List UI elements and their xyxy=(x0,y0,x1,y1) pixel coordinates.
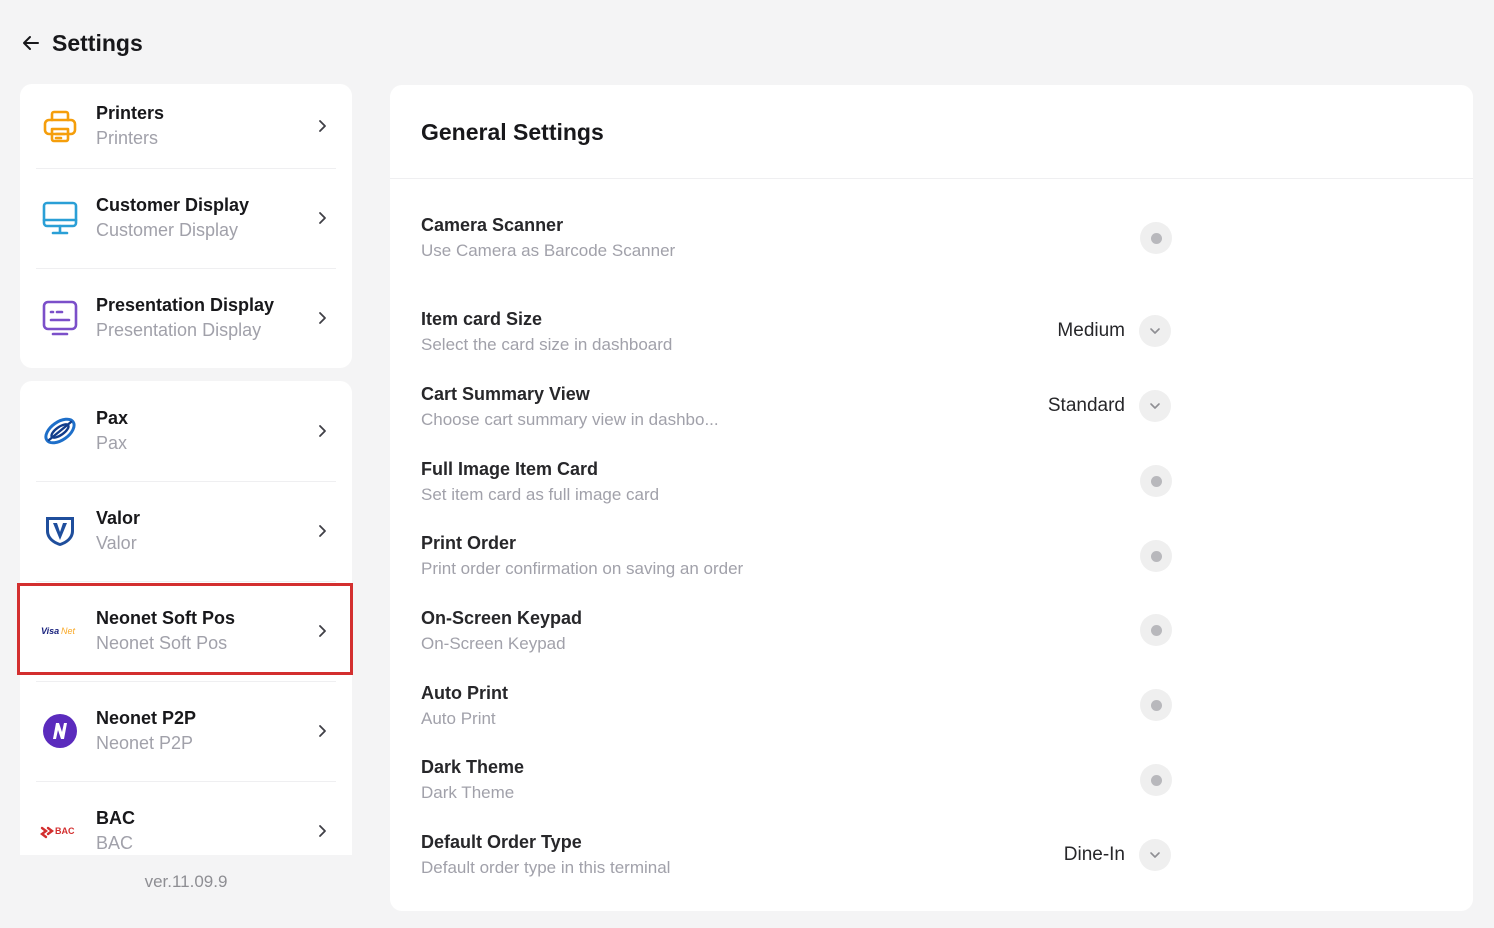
chevron-down-icon xyxy=(1139,839,1171,871)
setting-title: Camera Scanner xyxy=(421,215,564,235)
setting-description: Set item card as full image card xyxy=(421,485,660,504)
setting-title: Print Order xyxy=(421,533,517,553)
monitor-icon xyxy=(40,198,80,238)
sidebar-item-subtitle: Valor xyxy=(96,533,137,553)
default-order-type-dropdown[interactable]: Dine-In xyxy=(1064,839,1171,871)
item-card-size-dropdown[interactable]: Medium xyxy=(1057,315,1171,347)
sidebar-item-title: Customer Display xyxy=(96,195,250,215)
setting-print-order: Print Order Print order confirmation on … xyxy=(421,530,1181,590)
visanet-logo-icon: Visa Net xyxy=(40,611,80,651)
chevron-right-icon xyxy=(319,312,326,324)
printer-icon xyxy=(40,106,80,146)
svg-text:BAC: BAC xyxy=(55,826,75,836)
sidebar: Printers Printers Customer Display Custo… xyxy=(20,84,352,855)
toggle-knob xyxy=(1150,232,1162,244)
cart-summary-view-dropdown[interactable]: Standard xyxy=(1048,390,1171,422)
toggle-knob xyxy=(1150,550,1162,562)
sidebar-item-subtitle: Neonet Soft Pos xyxy=(96,633,228,653)
sidebar-item-valor[interactable]: Valor Valor xyxy=(20,481,352,581)
sidebar-group-payments: Pax Pax Valor Valor Visa Net Neonet Soft… xyxy=(20,381,352,855)
setting-description: Use Camera as Barcode Scanner xyxy=(421,241,676,260)
setting-camera-scanner: Camera Scanner Use Camera as Barcode Sca… xyxy=(421,212,1181,272)
sidebar-item-title: Neonet Soft Pos xyxy=(96,608,236,628)
chevron-right-icon xyxy=(319,625,326,637)
sidebar-item-neonet-p2p[interactable]: Neonet P2P Neonet P2P xyxy=(20,681,352,781)
header: Settings xyxy=(18,26,143,60)
setting-title: Dark Theme xyxy=(421,757,525,777)
chevron-right-icon xyxy=(319,425,326,437)
sidebar-item-subtitle: Neonet P2P xyxy=(96,733,194,753)
svg-text:Net: Net xyxy=(61,626,76,636)
chevron-right-icon xyxy=(319,725,326,737)
chevron-right-icon xyxy=(319,120,326,132)
toggle-knob xyxy=(1150,774,1162,786)
page-title: Settings xyxy=(52,29,143,56)
valor-logo-icon xyxy=(40,511,80,551)
sidebar-item-subtitle: Presentation Display xyxy=(96,320,262,340)
divider xyxy=(390,178,1473,179)
back-button[interactable] xyxy=(18,30,44,56)
setting-description: Print order confirmation on saving an or… xyxy=(421,559,744,578)
toggle-knob xyxy=(1150,475,1162,487)
on-screen-keypad-toggle[interactable] xyxy=(1140,614,1172,646)
chevron-right-icon xyxy=(319,525,326,537)
panel-title: General Settings xyxy=(421,119,604,145)
setting-description: On-Screen Keypad xyxy=(421,634,566,653)
setting-title: On-Screen Keypad xyxy=(421,608,583,628)
toggle-knob xyxy=(1150,624,1162,636)
setting-description: Auto Print xyxy=(421,709,496,728)
sidebar-item-title: Presentation Display xyxy=(96,295,275,315)
setting-description: Dark Theme xyxy=(421,783,515,802)
arrow-left-icon xyxy=(23,36,39,50)
setting-title: Auto Print xyxy=(421,683,508,703)
sidebar-item-subtitle: BAC xyxy=(96,833,134,853)
sidebar-item-title: Printers xyxy=(96,103,165,123)
setting-full-image-item-card: Full Image Item Card Set item card as fu… xyxy=(421,456,1181,516)
toggle-knob xyxy=(1150,699,1162,711)
dropdown-value: Medium xyxy=(1057,320,1125,341)
dropdown-value: Standard xyxy=(1047,395,1125,416)
chevron-down-icon xyxy=(1139,390,1171,422)
full-image-item-card-toggle[interactable] xyxy=(1140,465,1172,497)
camera-scanner-toggle[interactable] xyxy=(1140,222,1172,254)
sidebar-item-subtitle: Customer Display xyxy=(96,220,239,240)
presentation-display-icon xyxy=(40,298,80,338)
sidebar-item-title: BAC xyxy=(96,808,135,828)
sidebar-item-subtitle: Printers xyxy=(96,128,159,148)
sidebar-item-subtitle: Pax xyxy=(96,433,128,453)
chevron-right-icon xyxy=(319,825,326,837)
sidebar-item-neonet-soft-pos[interactable]: Visa Net Neonet Soft Pos Neonet Soft Pos xyxy=(20,581,352,681)
auto-print-toggle[interactable] xyxy=(1140,689,1172,721)
chevron-right-icon xyxy=(319,212,326,224)
sidebar-item-pax[interactable]: Pax Pax xyxy=(20,381,352,481)
sidebar-group-devices: Printers Printers Customer Display Custo… xyxy=(20,84,352,368)
setting-on-screen-keypad: On-Screen Keypad On-Screen Keypad xyxy=(421,605,1181,665)
dark-theme-toggle[interactable] xyxy=(1140,764,1172,796)
setting-title: Full Image Item Card xyxy=(421,459,599,479)
version-label: ver.11.09.9 xyxy=(144,872,228,891)
setting-auto-print: Auto Print Auto Print xyxy=(421,680,1181,740)
general-settings-panel: General Settings Camera Scanner Use Came… xyxy=(390,85,1473,911)
sidebar-item-presentation-display[interactable]: Presentation Display Presentation Displa… xyxy=(20,268,352,368)
sidebar-item-customer-display[interactable]: Customer Display Customer Display xyxy=(20,168,352,268)
print-order-toggle[interactable] xyxy=(1140,540,1172,572)
svg-text:Visa: Visa xyxy=(41,626,59,636)
sidebar-item-bac[interactable]: BAC BAC BAC xyxy=(20,781,352,855)
sidebar-item-title: Valor xyxy=(96,508,141,528)
pax-logo-icon xyxy=(40,411,80,451)
chevron-down-icon xyxy=(1139,315,1171,347)
sidebar-item-title: Pax xyxy=(96,408,129,428)
setting-dark-theme: Dark Theme Dark Theme xyxy=(421,754,1181,814)
sidebar-item-printers[interactable]: Printers Printers xyxy=(20,84,352,168)
bac-logo-icon: BAC xyxy=(40,811,80,851)
sidebar-item-title: Neonet P2P xyxy=(96,708,197,728)
dropdown-value: Dine-In xyxy=(1063,844,1125,865)
neonet-logo-icon xyxy=(40,711,80,751)
